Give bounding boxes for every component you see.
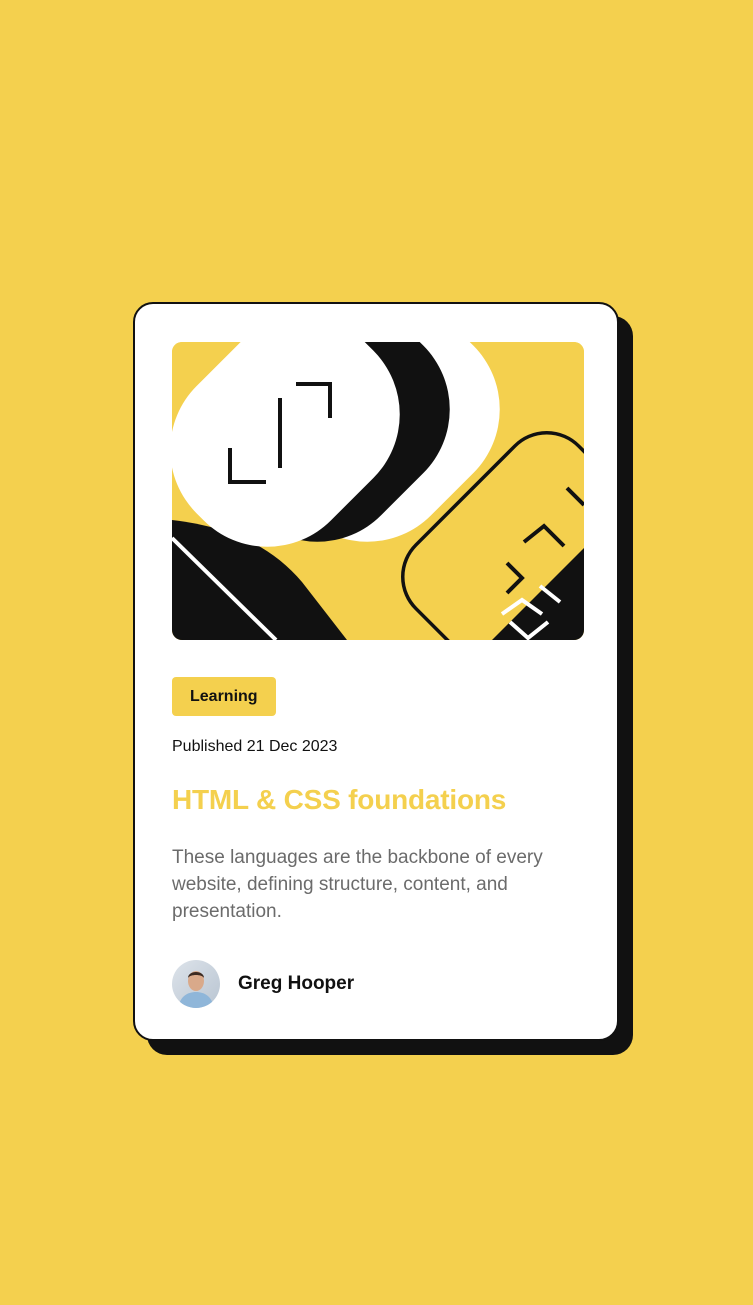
abstract-code-illustration-icon bbox=[172, 342, 584, 640]
card-title[interactable]: HTML & CSS foundations bbox=[172, 784, 506, 816]
published-date: Published 21 Dec 2023 bbox=[172, 738, 338, 755]
author-avatar-icon bbox=[172, 960, 220, 1008]
author-info: Greg Hooper bbox=[172, 960, 354, 1008]
blog-preview-card: Learning Published 21 Dec 2023 HTML & CS… bbox=[133, 302, 619, 1041]
author-name[interactable]: Greg Hooper bbox=[238, 973, 354, 995]
card-description: These languages are the backbone of ever… bbox=[172, 847, 543, 922]
card-illustration bbox=[172, 342, 584, 640]
category-tag[interactable]: Learning bbox=[172, 677, 276, 716]
page-background: { "card": { "tag_label": "Learning", "pu… bbox=[0, 0, 753, 1305]
